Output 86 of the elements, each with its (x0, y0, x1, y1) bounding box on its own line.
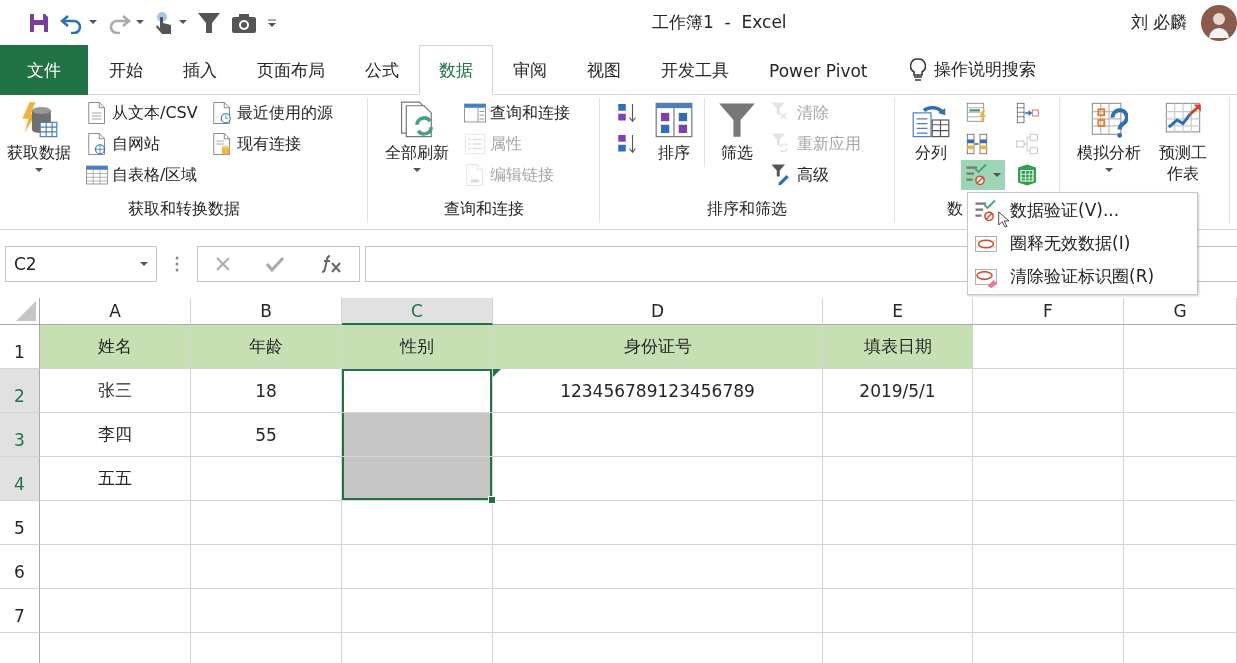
camera-icon[interactable] (231, 11, 257, 34)
filter-icon (718, 101, 756, 139)
insert-function-icon[interactable] (319, 255, 342, 273)
menu-item[interactable]: 清除验证标识圈(R) (968, 260, 1197, 293)
ribbon-button[interactable]: 自网站 (82, 129, 201, 159)
table-cell: 姓名 (40, 325, 191, 369)
row-header[interactable]: 3 (0, 413, 40, 457)
table-cell: 性别 (342, 325, 493, 369)
table-cell: 李四 (40, 413, 191, 457)
ribbon-button[interactable]: 筛选 (713, 98, 761, 167)
column-header[interactable]: C (342, 298, 493, 325)
data-model-icon (1015, 163, 1039, 187)
table-cell: 2019/5/1 (823, 369, 973, 413)
table-cell: 年龄 (191, 325, 342, 369)
ribbon-button[interactable]: 获取数据 (2, 98, 76, 176)
ribbon-button[interactable]: 自表格/区域 (82, 160, 201, 190)
ribbon-tab[interactable]: 页面布局 (237, 45, 345, 95)
ribbon-button[interactable]: 从文本/CSV (82, 98, 201, 128)
table-cell: 身份证号 (493, 325, 823, 369)
menu-item[interactable]: 数据验证(V)... (968, 194, 1197, 227)
row-header[interactable]: 5 (0, 501, 40, 545)
sort-dialog-icon (655, 101, 693, 139)
filter-icon[interactable] (197, 10, 221, 35)
table-cell: 五五 (40, 457, 191, 501)
ribbon-button[interactable]: 全部刷新 (380, 98, 454, 176)
file-tab[interactable]: 文件 (0, 45, 88, 95)
table-cell: 张三 (40, 369, 191, 413)
caret-icon (140, 261, 148, 267)
name-box[interactable]: C2 (5, 246, 157, 282)
mouse-pointer-icon (998, 211, 1009, 228)
ribbon-tab[interactable]: Power Pivot (749, 45, 888, 95)
lightbulb-icon (909, 57, 926, 82)
row-header[interactable]: 7 (0, 589, 40, 633)
tell-me-search-field[interactable]: 操作说明搜索 (933, 58, 1036, 81)
ribbon-tab[interactable]: 开始 (89, 45, 163, 95)
customize-caret-icon[interactable] (267, 17, 277, 28)
touch-mode-icon[interactable] (154, 10, 174, 35)
database-icon (20, 101, 58, 139)
ribbon-button[interactable]: 预测工作表 (1152, 98, 1214, 188)
ribbon-tab[interactable]: 公式 (345, 45, 419, 95)
save-icon[interactable] (28, 11, 50, 34)
ribbon-tab[interactable]: 数据 (419, 45, 493, 95)
ribbon-icon-button[interactable] (961, 160, 1005, 190)
ribbon-tab[interactable]: 插入 (163, 45, 237, 95)
ribbon-tab[interactable]: 审阅 (493, 45, 567, 95)
ribbon-button[interactable]: 查询和连接 (460, 98, 573, 128)
ribbon-button[interactable]: 现有连接 (206, 129, 336, 159)
column-header[interactable]: F (973, 298, 1124, 325)
ribbon-button[interactable]: 最近使用的源 (206, 98, 336, 128)
table-cell: 填表日期 (823, 325, 973, 369)
ribbon-button[interactable]: 模拟分析 (1072, 98, 1146, 176)
flash-fill-icon (965, 101, 989, 125)
refresh-documents-icon (398, 101, 436, 139)
table-icon (85, 163, 109, 187)
fill-handle[interactable] (488, 496, 496, 504)
group-label: 获取和转换数据 (127, 198, 240, 220)
group-label: 排序和筛选 (707, 198, 787, 220)
what-if-icon (1090, 101, 1128, 139)
avatar-icon[interactable] (1201, 4, 1237, 41)
data-validation-icon (974, 198, 998, 223)
row-header[interactable]: 6 (0, 545, 40, 589)
properties-list-icon (463, 132, 487, 156)
consolidate-icon (1015, 101, 1039, 125)
user-name[interactable]: 刘 必麟 (1130, 11, 1187, 34)
grip-icon (175, 256, 179, 272)
group-label: 数 (947, 198, 963, 220)
group-label: 查询和连接 (443, 198, 524, 220)
remove-duplicates-icon (965, 132, 989, 156)
row-header[interactable]: 4 (0, 457, 40, 501)
row-header[interactable]: 2 (0, 369, 40, 413)
column-header[interactable]: G (1124, 298, 1237, 325)
menu-item[interactable]: 圈释无效数据(I) (968, 227, 1197, 260)
ribbon-tab[interactable]: 视图 (567, 45, 641, 95)
relationships-icon (1015, 132, 1039, 156)
ribbon-tab[interactable]: 开发工具 (641, 45, 749, 95)
queries-pane-icon (463, 101, 487, 125)
table-cell: 123456789123456789 (493, 369, 823, 413)
caret-icon (89, 20, 97, 25)
ribbon-button[interactable]: 排序 (650, 98, 698, 167)
enter-check-icon[interactable] (265, 256, 286, 272)
ribbon-button[interactable]: 高级 (767, 160, 864, 190)
ribbon-button[interactable]: 分列 (907, 98, 955, 167)
caret-icon (179, 20, 187, 25)
window-title: 工作簿1 - Excel (652, 11, 787, 34)
caret-icon (136, 20, 144, 25)
data-validation-icon (965, 163, 989, 187)
